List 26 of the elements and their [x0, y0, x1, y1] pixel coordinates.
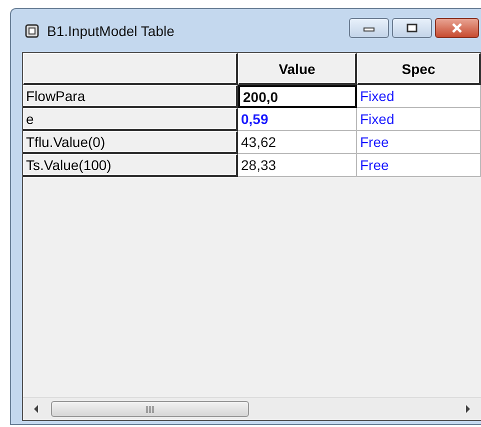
row-header[interactable]: e — [23, 108, 238, 131]
value-cell[interactable]: 200,0 — [238, 85, 357, 108]
column-header[interactable]: Spec — [357, 53, 481, 85]
scroll-thumb[interactable] — [51, 401, 249, 417]
window-title: B1.InputModel Table — [47, 22, 174, 38]
row-header[interactable]: FlowPara — [23, 85, 238, 108]
column-header[interactable]: Value — [238, 53, 357, 85]
spec-cell[interactable]: Fixed — [357, 108, 481, 131]
scroll-left-icon[interactable] — [33, 405, 39, 413]
value-cell[interactable]: 0,59 — [238, 108, 357, 131]
maximize-button[interactable] — [392, 18, 432, 38]
window-icon — [25, 24, 39, 38]
close-button[interactable] — [435, 18, 479, 38]
close-icon — [450, 22, 464, 32]
spec-cell[interactable]: Fixed — [357, 85, 481, 108]
grip-icon — [146, 406, 154, 412]
spec-cell[interactable]: Free — [357, 154, 481, 177]
row-header[interactable]: Tflu.Value(0) — [23, 131, 238, 154]
value-cell[interactable]: 43,62 — [238, 131, 357, 154]
value-cell[interactable]: 28,33 — [238, 154, 357, 177]
minimize-button[interactable] — [349, 18, 389, 38]
row-header[interactable]: Ts.Value(100) — [23, 154, 238, 177]
maximize-icon — [406, 22, 418, 32]
spec-cell[interactable]: Free — [357, 131, 481, 154]
scroll-right-icon[interactable] — [465, 405, 471, 413]
horizontal-scrollbar[interactable] — [23, 397, 481, 420]
